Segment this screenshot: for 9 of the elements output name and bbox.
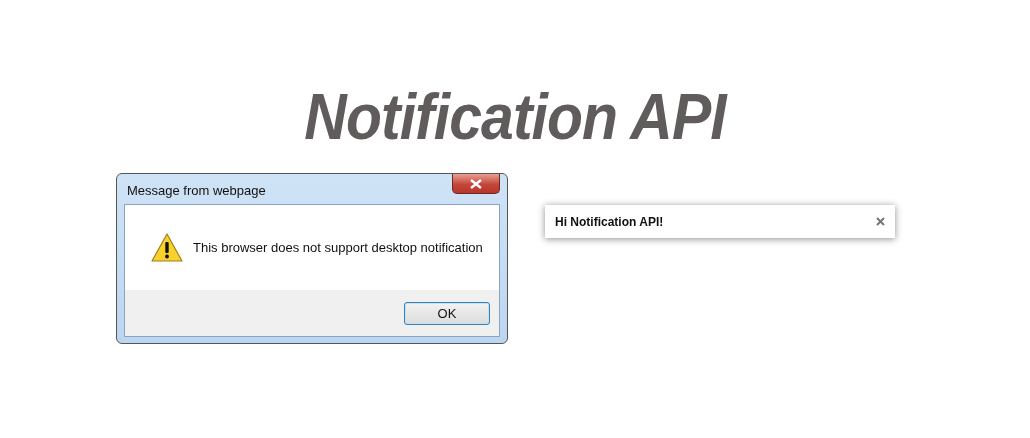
- dialog-title: Message from webpage: [126, 182, 266, 198]
- warning-icon: [151, 233, 183, 262]
- notification-text: Hi Notification API!: [555, 214, 664, 229]
- close-icon[interactable]: [876, 217, 885, 226]
- headline: Notification API: [304, 82, 726, 152]
- close-button[interactable]: [452, 174, 500, 194]
- dialog-message: This browser does not support desktop notification: [193, 240, 483, 255]
- close-icon: [470, 178, 482, 189]
- ok-button[interactable]: OK: [404, 301, 490, 325]
